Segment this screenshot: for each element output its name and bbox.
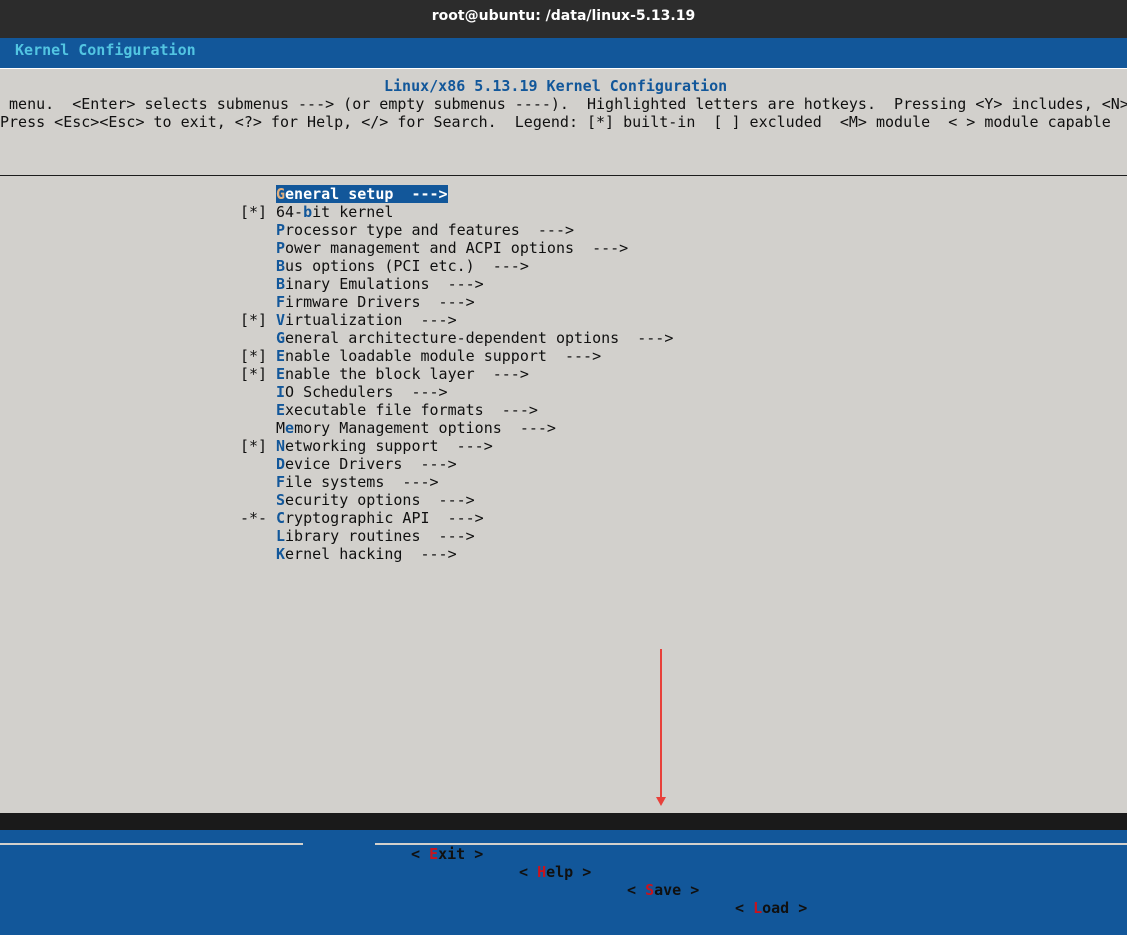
menu-item-label: Processor type and features ---> (276, 221, 575, 239)
status-bar (0, 813, 1127, 830)
menu-item-processor-type[interactable]: Processor type and features ---> (240, 221, 673, 239)
menu-list: General setup ---> [*] 64-bit kernel Proces… (240, 185, 673, 563)
menu-item-label: Firmware Drivers ---> (276, 293, 475, 311)
menu-item-hotkey: G (276, 185, 286, 203)
menu-item-label: Memory Management options ---> (276, 419, 556, 437)
window-title: root@ubuntu: /data/linux-5.13.19 (0, 0, 1127, 38)
menu-item-library-routines[interactable]: Library routines ---> (240, 527, 673, 545)
menu-item-hotkey: N (276, 437, 286, 455)
menu-item-label: Bus options (PCI etc.) ---> (276, 257, 529, 275)
help-button[interactable]: < Help > (519, 863, 591, 881)
menu-item-label: IO Schedulers ---> (276, 383, 448, 401)
menu-item-file-systems[interactable]: File systems ---> (240, 473, 673, 491)
help-line-1: menu. <Enter> selects submenus ---> (or … (0, 95, 1127, 113)
menu-item-label: Cryptographic API ---> (276, 509, 484, 527)
menu-item-bus-options[interactable]: Bus options (PCI etc.) ---> (240, 257, 673, 275)
menu-item-label: Kernel hacking ---> (276, 545, 457, 563)
back-title: Kernel Configuration (6, 41, 196, 59)
menu-item-hotkey: L (276, 527, 286, 545)
menu-item-label: General architecture-dependent options -… (276, 329, 674, 347)
help-line-2: Press <Esc><Esc> to exit, <?> for Help, … (0, 113, 1111, 131)
menu-item-label: Executable file formats ---> (276, 401, 538, 419)
menu-item-hotkey: K (276, 545, 286, 563)
menu-item-networking-support[interactable]: [*] Networking support ---> (240, 437, 673, 455)
menu-item-general-setup[interactable]: General setup ---> (240, 185, 673, 203)
menu-item-hotkey: C (276, 509, 286, 527)
menu-item-hotkey: B (276, 257, 286, 275)
menu-item-label: File systems ---> (276, 473, 439, 491)
menu-item-label: Networking support ---> (276, 437, 493, 455)
terminal-bottom (0, 830, 1127, 843)
menu-item-64-bit-kernel[interactable]: [*] 64-bit kernel (240, 203, 673, 221)
menu-item-state: [*] (240, 203, 268, 221)
menu-item-virtualization[interactable]: [*] Virtualization ---> (240, 311, 673, 329)
menu-item-state: [*] (240, 311, 268, 329)
menu-item-executable-formats[interactable]: Executable file formats ---> (240, 401, 673, 419)
menu-item-label: Library routines ---> (276, 527, 475, 545)
menu-item-security-options[interactable]: Security options ---> (240, 491, 673, 509)
menu-item-binary-emulations[interactable]: Binary Emulations ---> (240, 275, 673, 293)
terminal: Kernel Configuration Linux/x86 5.13.19 K… (0, 38, 1127, 917)
menu-item-kernel-hacking[interactable]: Kernel hacking ---> (240, 545, 673, 563)
menu-item-hotkey: P (276, 239, 286, 257)
menu-item-loadable-module-support[interactable]: [*] Enable loadable module support ---> (240, 347, 673, 365)
menu-item-hotkey: E (276, 365, 286, 383)
menuconfig-dialog: Linux/x86 5.13.19 Kernel Configuration m… (0, 68, 1127, 917)
exit-button[interactable]: < Exit > (411, 845, 483, 863)
menu-item-power-management[interactable]: Power management and ACPI options ---> (240, 239, 673, 257)
annotation-arrow-head-icon (656, 797, 666, 806)
menu-item-device-drivers[interactable]: Device Drivers ---> (240, 455, 673, 473)
annotation-arrow-line (660, 649, 662, 801)
menu-item-label: Device Drivers ---> (276, 455, 457, 473)
menu-item-hotkey: P (276, 221, 286, 239)
menu-item-label: Binary Emulations ---> (276, 275, 484, 293)
menu-item-hotkey: E (276, 347, 286, 365)
menu-item-cryptographic-api[interactable]: -*- Cryptographic API ---> (240, 509, 673, 527)
menu-item-hotkey: D (276, 455, 286, 473)
menu-item-label: 64-bit kernel (276, 203, 394, 221)
load-button[interactable]: < Load > (735, 899, 807, 917)
menu-item-hotkey: I (276, 383, 286, 401)
save-button[interactable]: < Save > (627, 881, 699, 899)
menu-item-hotkey: B (276, 275, 286, 293)
separator (0, 175, 1127, 176)
menu-item-firmware-drivers[interactable]: Firmware Drivers ---> (240, 293, 673, 311)
menu-item-label: Virtualization ---> (276, 311, 457, 329)
menu-item-hotkey: V (276, 311, 286, 329)
menu-item-memory-management[interactable]: Memory Management options ---> (240, 419, 673, 437)
menu-item-label: Enable the block layer ---> (276, 365, 529, 383)
menu-item-state: -*- (240, 509, 268, 527)
menu-item-label: Security options ---> (276, 491, 475, 509)
menu-item-label: General setup ---> (276, 185, 448, 203)
menu-item-state: [*] (240, 347, 268, 365)
menu-item-hotkey: F (276, 293, 286, 311)
menu-item-state: [*] (240, 437, 268, 455)
menu-item-hotkey: G (276, 329, 286, 347)
menu-item-general-arch-options[interactable]: General architecture-dependent options -… (240, 329, 673, 347)
menu-item-hotkey: F (276, 473, 286, 491)
menu-item-state: [*] (240, 365, 268, 383)
menu-item-hotkey: e (285, 419, 295, 437)
menu-item-io-schedulers[interactable]: IO Schedulers ---> (240, 383, 673, 401)
menu-item-hotkey: S (276, 491, 286, 509)
menu-item-block-layer[interactable]: [*] Enable the block layer ---> (240, 365, 673, 383)
dialog-title: Linux/x86 5.13.19 Kernel Configuration (384, 77, 728, 95)
menu-item-label: Power management and ACPI options ---> (276, 239, 629, 257)
menu-item-hotkey: E (276, 401, 286, 419)
menu-item-label: Enable loadable module support ---> (276, 347, 602, 365)
menu-item-hotkey: b (303, 203, 313, 221)
